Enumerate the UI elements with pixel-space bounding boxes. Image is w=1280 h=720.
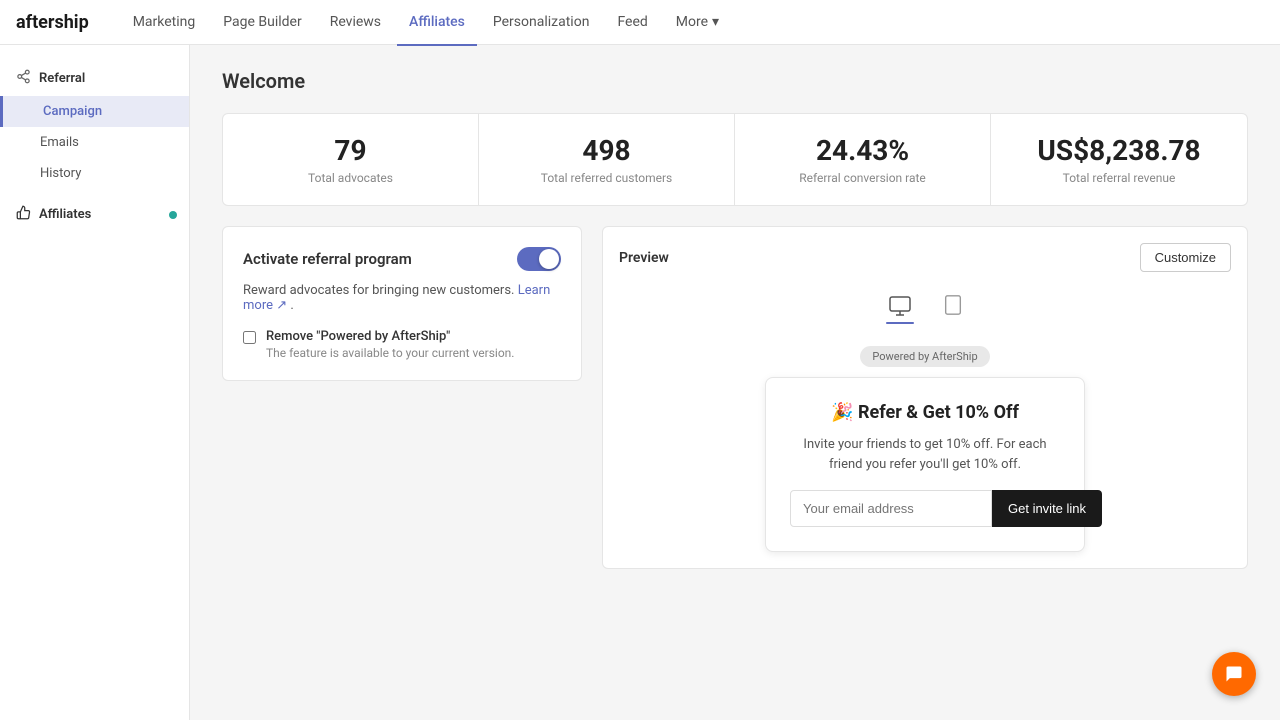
nav-links: Marketing Page Builder Reviews Affiliate… xyxy=(121,0,1264,45)
stat-value-advocates: 79 xyxy=(243,134,458,167)
stat-label-revenue: Total referral revenue xyxy=(1011,171,1227,185)
sidebar-item-history[interactable]: History xyxy=(0,158,189,189)
affiliates-notification-dot xyxy=(169,211,177,219)
powered-badge: Powered by AfterShip xyxy=(860,346,989,367)
preview-email-input[interactable] xyxy=(790,490,992,527)
activate-header: Activate referral program xyxy=(243,247,561,271)
thumbs-up-icon xyxy=(16,205,31,224)
content-row: Activate referral program Reward advocat… xyxy=(222,226,1248,569)
preview-invite-button[interactable]: Get invite link xyxy=(992,490,1102,527)
nav-personalization[interactable]: Personalization xyxy=(481,1,602,46)
preview-panel: Preview Customize xyxy=(602,226,1248,569)
nav-reviews[interactable]: Reviews xyxy=(318,1,393,46)
share-icon xyxy=(16,69,31,88)
preview-title: Preview xyxy=(619,250,669,266)
nav-affiliates[interactable]: Affiliates xyxy=(397,1,477,46)
left-panel: Activate referral program Reward advocat… xyxy=(222,226,582,569)
chevron-down-icon: ▾ xyxy=(712,14,719,30)
device-icons xyxy=(619,288,1231,330)
stats-grid: 79 Total advocates 498 Total referred cu… xyxy=(222,113,1248,206)
top-nav: aftership Marketing Page Builder Reviews… xyxy=(0,0,1280,45)
activate-panel: Activate referral program Reward advocat… xyxy=(222,226,582,381)
sidebar-item-campaign[interactable]: Campaign xyxy=(0,96,189,127)
stat-card-conversion: 24.43% Referral conversion rate xyxy=(735,114,991,205)
desktop-icon[interactable] xyxy=(878,288,922,330)
preview-card-description: Invite your friends to get 10% off. For … xyxy=(790,435,1060,474)
remove-powered-checkbox[interactable] xyxy=(243,331,256,344)
stat-card-revenue: US$8,238.78 Total referral revenue xyxy=(991,114,1247,205)
stat-card-referred: 498 Total referred customers xyxy=(479,114,735,205)
stat-card-advocates: 79 Total advocates xyxy=(223,114,479,205)
preview-input-row: Get invite link xyxy=(790,490,1060,527)
stat-label-referred: Total referred customers xyxy=(499,171,714,185)
preview-card-title: 🎉 Refer & Get 10% Off xyxy=(790,402,1060,423)
chat-bubble[interactable] xyxy=(1212,652,1256,696)
tablet-icon[interactable] xyxy=(934,288,972,330)
remove-powered-text: Remove "Powered by AfterShip" The featur… xyxy=(266,329,514,360)
remove-powered-label: Remove "Powered by AfterShip" xyxy=(266,329,514,344)
stat-label-conversion: Referral conversion rate xyxy=(755,171,970,185)
stat-value-referred: 498 xyxy=(499,134,714,167)
toggle-track xyxy=(517,247,561,271)
customize-button[interactable]: Customize xyxy=(1140,243,1231,272)
sidebar: Referral Campaign Emails History Affilia… xyxy=(0,45,190,720)
party-emoji: 🎉 xyxy=(831,402,853,423)
stat-label-advocates: Total advocates xyxy=(243,171,458,185)
layout: Referral Campaign Emails History Affilia… xyxy=(0,0,1280,720)
affiliates-label: Affiliates xyxy=(39,207,91,222)
nav-page-builder[interactable]: Page Builder xyxy=(211,1,313,46)
sidebar-item-emails[interactable]: Emails xyxy=(0,127,189,158)
remove-powered-row: Remove "Powered by AfterShip" The featur… xyxy=(243,329,561,360)
remove-powered-sublabel: The feature is available to your current… xyxy=(266,346,514,360)
nav-more[interactable]: More ▾ xyxy=(664,1,731,46)
logo: aftership xyxy=(16,12,89,33)
sidebar-referral-section: Referral Campaign Emails History xyxy=(0,61,189,189)
nav-feed[interactable]: Feed xyxy=(605,1,659,46)
main-content: Welcome 79 Total advocates 498 Total ref… xyxy=(190,45,1280,720)
stat-value-revenue: US$8,238.78 xyxy=(1011,134,1227,167)
preview-card: 🎉 Refer & Get 10% Off Invite your friend… xyxy=(765,377,1085,552)
referral-toggle[interactable] xyxy=(517,247,561,271)
activate-title: Activate referral program xyxy=(243,250,412,268)
preview-header: Preview Customize xyxy=(619,243,1231,272)
welcome-heading: Welcome xyxy=(222,69,1248,93)
external-link-icon: ↗ xyxy=(276,298,287,313)
stat-value-conversion: 24.43% xyxy=(755,134,970,167)
powered-badge-wrapper: Powered by AfterShip xyxy=(619,346,1231,367)
nav-marketing[interactable]: Marketing xyxy=(121,1,208,46)
referral-label: Referral xyxy=(39,71,85,86)
sidebar-referral-group: Referral xyxy=(0,61,189,96)
right-panel: Preview Customize xyxy=(602,226,1248,569)
toggle-thumb xyxy=(539,249,559,269)
sidebar-affiliates-group[interactable]: Affiliates xyxy=(0,197,189,232)
activate-description: Reward advocates for bringing new custom… xyxy=(243,283,561,313)
